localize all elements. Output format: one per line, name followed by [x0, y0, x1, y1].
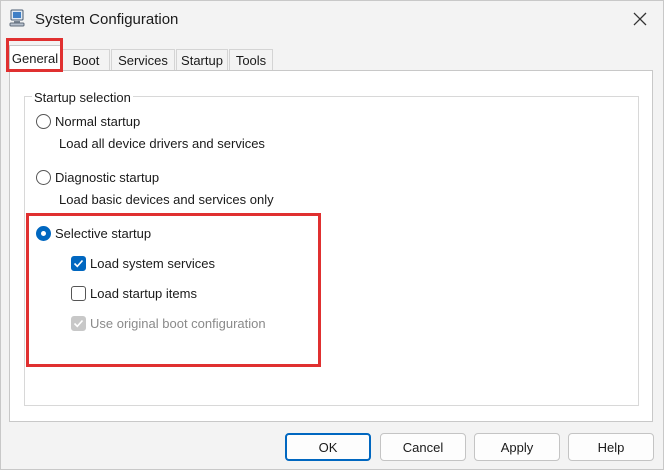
- load-system-services-checkbox[interactable]: [71, 256, 86, 271]
- startup-selection-label: Startup selection: [32, 90, 133, 105]
- tab-services[interactable]: Services: [111, 49, 175, 71]
- diagnostic-startup-radio[interactable]: [36, 170, 51, 185]
- tab-tools[interactable]: Tools: [229, 49, 273, 71]
- use-original-boot-config-checkbox: [71, 316, 86, 331]
- diagnostic-startup-description: Load basic devices and services only: [59, 192, 274, 207]
- cancel-button[interactable]: Cancel: [380, 433, 466, 461]
- selective-startup-radio[interactable]: [36, 226, 51, 241]
- use-original-boot-config-label: Use original boot configuration: [90, 316, 266, 331]
- selective-startup-label[interactable]: Selective startup: [55, 226, 151, 241]
- checkmark-icon: [73, 319, 84, 328]
- tab-startup[interactable]: Startup: [176, 49, 228, 71]
- system-configuration-window: System Configuration General Boot Servic…: [0, 0, 664, 470]
- tab-boot[interactable]: Boot: [62, 49, 110, 71]
- load-startup-items-checkbox[interactable]: [71, 286, 86, 301]
- ok-button[interactable]: OK: [285, 433, 371, 461]
- normal-startup-label[interactable]: Normal startup: [55, 114, 140, 129]
- checkmark-icon: [73, 259, 84, 268]
- msconfig-app-icon: [9, 9, 27, 27]
- close-button[interactable]: [627, 7, 653, 33]
- apply-button[interactable]: Apply: [474, 433, 560, 461]
- tab-general[interactable]: General: [9, 45, 61, 71]
- diagnostic-startup-label[interactable]: Diagnostic startup: [55, 170, 159, 185]
- load-startup-items-label[interactable]: Load startup items: [90, 286, 197, 301]
- window-title: System Configuration: [35, 11, 179, 28]
- normal-startup-radio[interactable]: [36, 114, 51, 129]
- title-bar: System Configuration: [1, 1, 663, 39]
- help-button[interactable]: Help: [568, 433, 654, 461]
- load-system-services-label[interactable]: Load system services: [90, 256, 215, 271]
- close-icon: [633, 10, 647, 31]
- normal-startup-description: Load all device drivers and services: [59, 136, 265, 151]
